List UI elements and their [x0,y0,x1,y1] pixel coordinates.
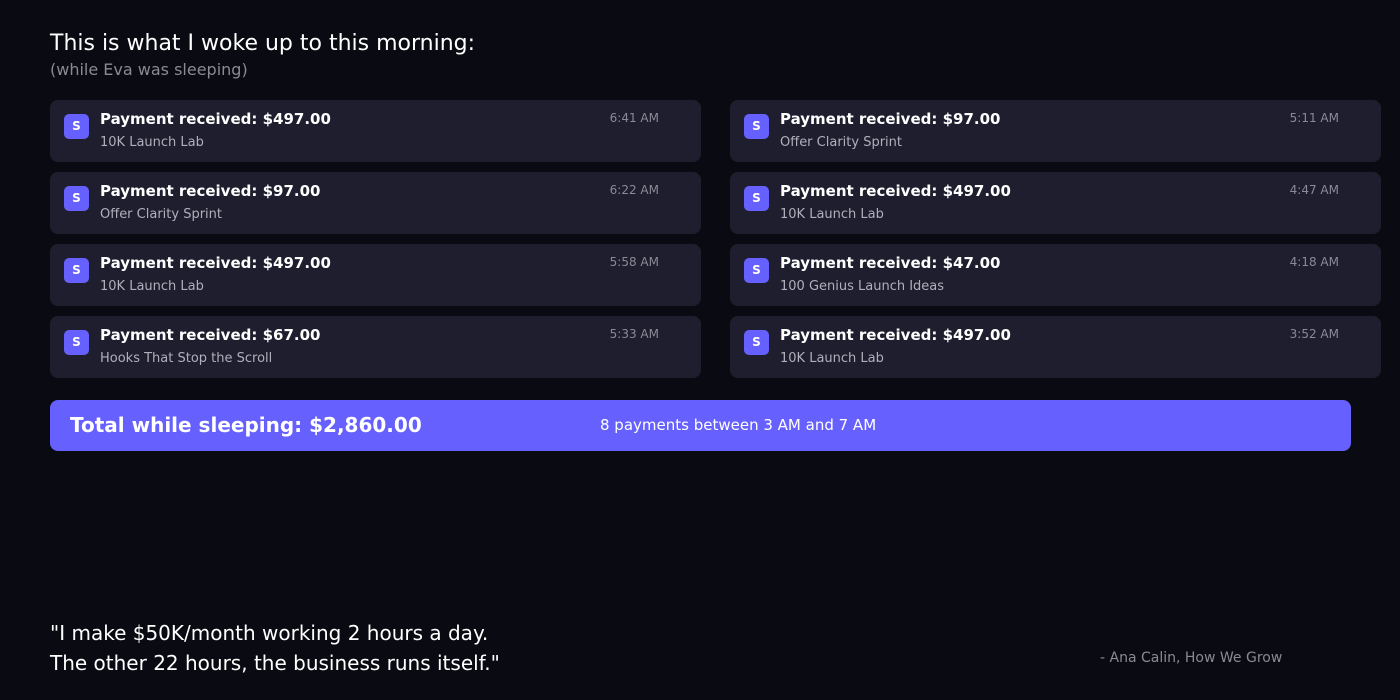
stripe-icon: S [744,330,769,355]
total-detail: 8 payments between 3 AM and 7 AM [600,416,877,434]
stripe-icon: S [744,186,769,211]
total-banner: Total while sleeping: $2,860.00 8 paymen… [50,400,1351,451]
payment-time: 5:11 AM [1289,111,1339,125]
payment-notification[interactable]: S Payment received: $97.00 Offer Clarity… [730,100,1381,162]
payment-time: 5:33 AM [609,327,659,341]
payment-product: 100 Genius Launch Ideas [780,279,945,294]
payment-product: 10K Launch Lab [780,207,884,222]
payment-product: Hooks That Stop the Scroll [100,351,273,366]
payment-time: 4:18 AM [1289,255,1339,269]
payment-notification[interactable]: S Payment received: $497.00 10K Launch L… [50,244,701,306]
payment-time: 6:22 AM [609,183,659,197]
stripe-icon: S [64,114,89,139]
payment-notification[interactable]: S Payment received: $497.00 10K Launch L… [730,316,1381,378]
payment-notification[interactable]: S Payment received: $47.00 100 Genius La… [730,244,1381,306]
total-amount: Total while sleeping: $2,860.00 [70,413,422,437]
payment-notification[interactable]: S Payment received: $67.00 Hooks That St… [50,316,701,378]
payment-title: Payment received: $497.00 [100,254,331,272]
payment-title: Payment received: $497.00 [780,326,1011,344]
payment-title: Payment received: $67.00 [100,326,321,344]
payment-title: Payment received: $47.00 [780,254,1001,272]
payment-product: 10K Launch Lab [100,135,204,150]
payment-product: Offer Clarity Sprint [780,135,902,150]
payment-time: 3:52 AM [1289,327,1339,341]
stripe-icon: S [744,114,769,139]
payment-title: Payment received: $497.00 [780,182,1011,200]
payment-product: Offer Clarity Sprint [100,207,222,222]
stripe-icon: S [64,330,89,355]
payment-notification[interactable]: S Payment received: $497.00 10K Launch L… [730,172,1381,234]
payment-time: 5:58 AM [609,255,659,269]
payment-product: 10K Launch Lab [780,351,884,366]
stripe-icon: S [64,258,89,283]
payment-title: Payment received: $97.00 [780,110,1001,128]
quote-line: "I make $50K/month working 2 hours a day… [50,621,489,645]
quote-line: The other 22 hours, the business runs it… [50,651,500,675]
payment-notification[interactable]: S Payment received: $497.00 10K Launch L… [50,100,701,162]
notification-grid: S Payment received: $497.00 10K Launch L… [50,100,1381,378]
page-title: This is what I woke up to this morning: [50,31,476,56]
payment-time: 6:41 AM [609,111,659,125]
quote-attribution: - Ana Calin, How We Grow [1100,650,1283,666]
payment-product: 10K Launch Lab [100,279,204,294]
testimonial-quote: "I make $50K/month working 2 hours a day… [50,618,500,678]
page-subtitle: (while Eva was sleeping) [50,60,248,79]
payment-title: Payment received: $97.00 [100,182,321,200]
stripe-icon: S [64,186,89,211]
payment-title: Payment received: $497.00 [100,110,331,128]
stripe-icon: S [744,258,769,283]
payment-notification[interactable]: S Payment received: $97.00 Offer Clarity… [50,172,701,234]
payment-time: 4:47 AM [1289,183,1339,197]
